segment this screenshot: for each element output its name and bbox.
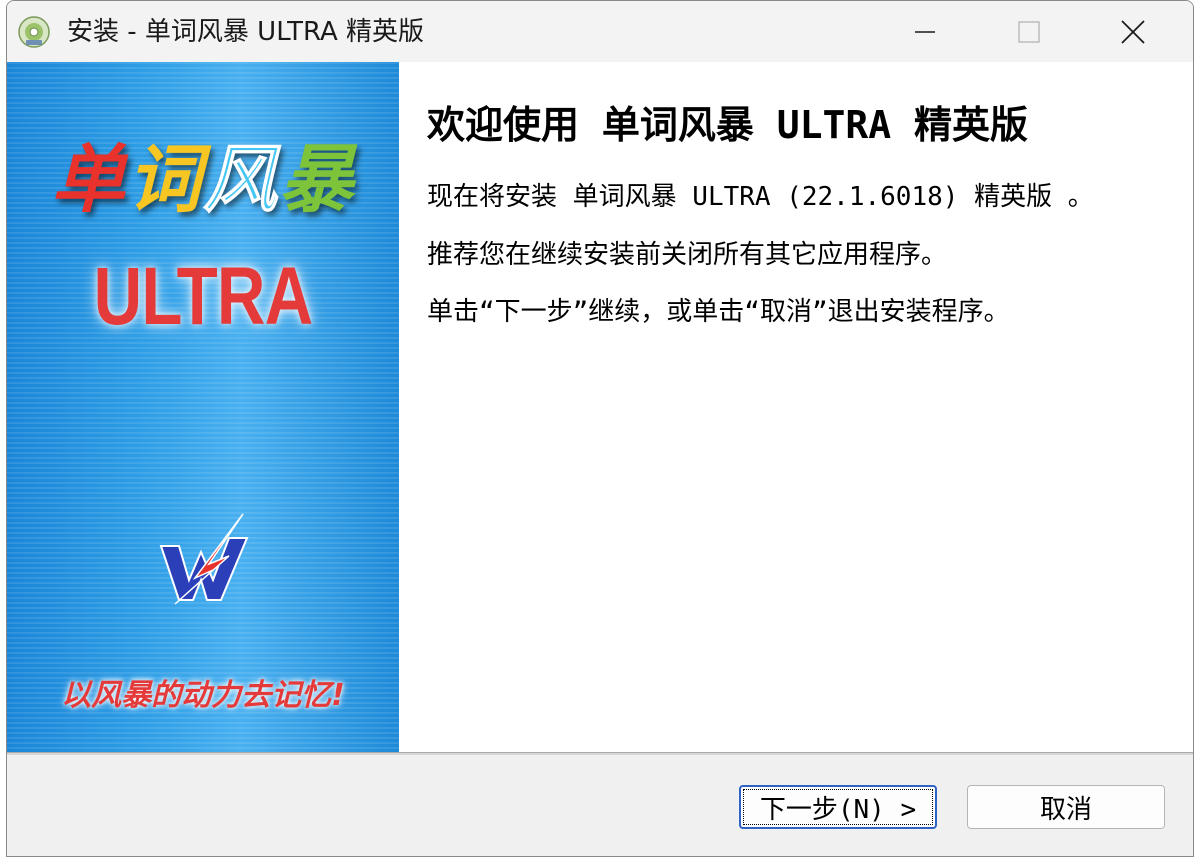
setup-disc-icon — [18, 16, 50, 48]
maximize-button — [981, 1, 1077, 62]
wizard-banner: 单词风暴 ULTRA 以风暴的动力去记忆! — [7, 62, 399, 752]
footer-divider — [7, 752, 1193, 755]
window-title: 安装 - 单词风暴 ULTRA 精英版 — [67, 17, 425, 47]
minimize-icon — [915, 30, 935, 33]
brand-char: 单 — [51, 137, 127, 223]
brand-char: 风 — [203, 137, 279, 224]
instructions-text: 单击“下一步”继续，或单击“取消”退出安装程序。 — [427, 297, 1010, 327]
ww-lightning-logo-icon — [159, 513, 249, 605]
maximize-icon — [1018, 20, 1040, 43]
slogan-text: 以风暴的动力去记忆! — [61, 678, 345, 713]
brand-char: 词 — [127, 137, 203, 223]
product-edition-text: ULTRA — [93, 251, 314, 342]
minimize-button[interactable] — [877, 1, 973, 62]
recommend-close-apps-text: 推荐您在继续安装前关闭所有其它应用程序。 — [427, 240, 948, 270]
close-button[interactable] — [1085, 1, 1181, 62]
title-bar[interactable]: 安装 - 单词风暴 ULTRA 精英版 — [7, 1, 1193, 62]
installer-window: 安装 - 单词风暴 ULTRA 精英版 单词风暴 ULTRA 以风暴的动力去记忆… — [6, 0, 1194, 857]
welcome-content: 欢迎使用 单词风暴 ULTRA 精英版 现在将安装 单词风暴 ULTRA (22… — [399, 62, 1193, 752]
brand-char: 暴 — [279, 137, 355, 223]
close-icon — [1121, 19, 1145, 44]
welcome-heading: 欢迎使用 单词风暴 ULTRA 精英版 — [427, 103, 1029, 147]
install-info-text: 现在将安装 单词风暴 ULTRA (22.1.6018) 精英版 。 — [427, 182, 1094, 212]
cancel-button[interactable]: 取消 — [967, 785, 1165, 829]
brand-logo-text: 单词风暴 — [7, 120, 399, 227]
next-button[interactable]: 下一步(N) > — [739, 785, 937, 829]
